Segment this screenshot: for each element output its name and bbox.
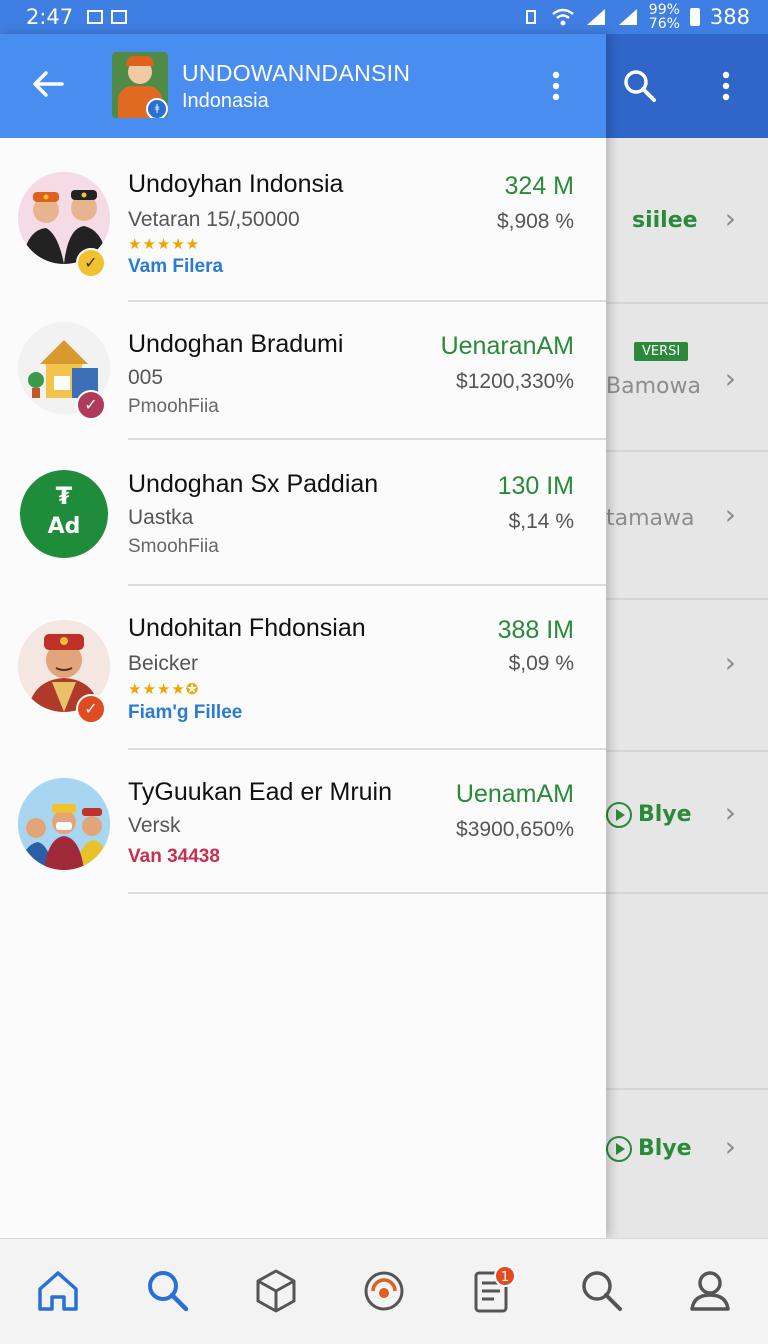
signal-icon-2 xyxy=(618,9,637,25)
bottom-navigation: 1 xyxy=(0,1238,768,1344)
notification-count-badge: 1 xyxy=(494,1265,516,1287)
list-item[interactable]: ₮ Ad Undoghan Sx Paddian Uastka SmoohFii… xyxy=(0,440,606,586)
search-icon[interactable] xyxy=(140,1263,196,1319)
status-right: 99% 76% 388 xyxy=(521,3,750,31)
background-row[interactable]: tamawa › xyxy=(606,452,768,600)
status-bar: 2:47 99% 76% 388 xyxy=(0,0,768,34)
more-vert-icon[interactable] xyxy=(548,70,564,102)
battery-value: 388 xyxy=(709,5,750,29)
item-value: UenaranAM xyxy=(440,332,574,360)
document-notifications[interactable]: 1 xyxy=(464,1263,520,1319)
drawer-panel: ǂ UNDOWANNDANSIN Indonasia ✓ Undoyhan In… xyxy=(0,34,606,1238)
drawer-app-bar: ǂ UNDOWANNDANSIN Indonasia xyxy=(0,34,606,138)
item-value: 130 IM xyxy=(497,472,574,500)
divider xyxy=(128,892,606,894)
item-percent: $,908 % xyxy=(496,210,574,233)
app-badge-icon: ǂ xyxy=(146,98,168,118)
background-row[interactable] xyxy=(606,894,768,1090)
battery-icon xyxy=(689,8,700,26)
chevron-right-icon: › xyxy=(724,498,736,531)
battery-percent: 99% 76% xyxy=(648,2,680,32)
item-value: UenamAM xyxy=(455,780,574,808)
vibrate-icon xyxy=(525,10,536,24)
item-value: 388 IM xyxy=(497,616,574,644)
chevron-right-icon: › xyxy=(724,1130,736,1163)
more-vert-icon[interactable] xyxy=(720,70,732,102)
cube-icon[interactable] xyxy=(248,1263,304,1319)
background-row[interactable]: VERSI Bamowa › xyxy=(606,304,768,452)
podcast-icon[interactable] xyxy=(356,1263,412,1319)
chevron-right-icon: › xyxy=(724,796,736,829)
check-badge-icon: ✓ xyxy=(76,390,106,420)
item-tag[interactable]: PmoohFiia xyxy=(128,396,219,418)
item-tag[interactable]: Fiam'g Fillee xyxy=(128,702,242,724)
search-icon-secondary[interactable] xyxy=(574,1263,630,1319)
chevron-right-icon: › xyxy=(724,202,736,235)
list-item[interactable]: ✓ Undoghan Bradumi 005 PmoohFiia Uenaran… xyxy=(0,302,606,440)
background-row[interactable]: Blye › xyxy=(606,1090,768,1230)
version-badge: VERSI xyxy=(634,342,689,361)
background-row[interactable]: siilee › xyxy=(606,138,768,304)
item-percent: $,14 % xyxy=(508,510,574,533)
item-percent: $3900,650% xyxy=(456,818,574,841)
search-icon[interactable] xyxy=(622,68,658,104)
background-app-bar xyxy=(606,34,768,138)
item-percent: $,09 % xyxy=(508,652,574,675)
play-circle-icon xyxy=(606,802,632,828)
background-list: siilee › VERSI Bamowa › tamawa › › Blye … xyxy=(606,138,768,1238)
rating-stars: ★★★★★ xyxy=(128,235,201,253)
image-notification-icon xyxy=(111,10,128,24)
chevron-right-icon: › xyxy=(724,646,736,679)
item-percent: $1200,330% xyxy=(456,370,574,393)
status-notification-icons xyxy=(87,10,128,24)
signal-icon xyxy=(586,9,605,25)
page-subtitle: Indonasia xyxy=(182,90,269,112)
back-arrow-icon[interactable] xyxy=(28,64,68,104)
wifi-icon xyxy=(552,8,574,26)
sim-card-icon xyxy=(87,10,104,24)
verified-badge-icon: ✓ xyxy=(76,248,106,278)
chevron-right-icon: › xyxy=(724,362,736,395)
ad-avatar: ₮ Ad xyxy=(20,470,108,558)
list-item[interactable]: TyGuukan Ead er Mruin Versk Van 34438 Ue… xyxy=(0,750,606,894)
check-badge-icon: ✓ xyxy=(76,694,106,724)
list-item[interactable]: ✓ Undohitan Fhdonsian Beicker ★★★★✪ Fiam… xyxy=(0,586,606,750)
play-circle-icon xyxy=(606,1136,632,1162)
item-tag[interactable]: Vam Filera xyxy=(128,256,223,278)
profile-icon[interactable] xyxy=(682,1263,738,1319)
background-row[interactable]: Blye › xyxy=(606,752,768,894)
group-image xyxy=(18,778,110,870)
item-value: 324 M xyxy=(504,172,574,200)
app-avatar[interactable]: ǂ xyxy=(112,52,168,118)
item-tag[interactable]: SmoohFiia xyxy=(128,536,219,558)
rating-stars: ★★★★✪ xyxy=(128,680,200,698)
item-tag[interactable]: Van 34438 xyxy=(128,846,220,868)
list-item[interactable]: ✓ Undoyhan Indonsia Vetaran 15/,50000 ★★… xyxy=(0,138,606,302)
page-title: UNDOWANNDANSIN xyxy=(182,60,411,86)
background-row[interactable]: › xyxy=(606,600,768,752)
status-time: 2:47 xyxy=(26,5,74,29)
item-avatar xyxy=(18,778,110,870)
home-icon[interactable] xyxy=(30,1263,86,1319)
